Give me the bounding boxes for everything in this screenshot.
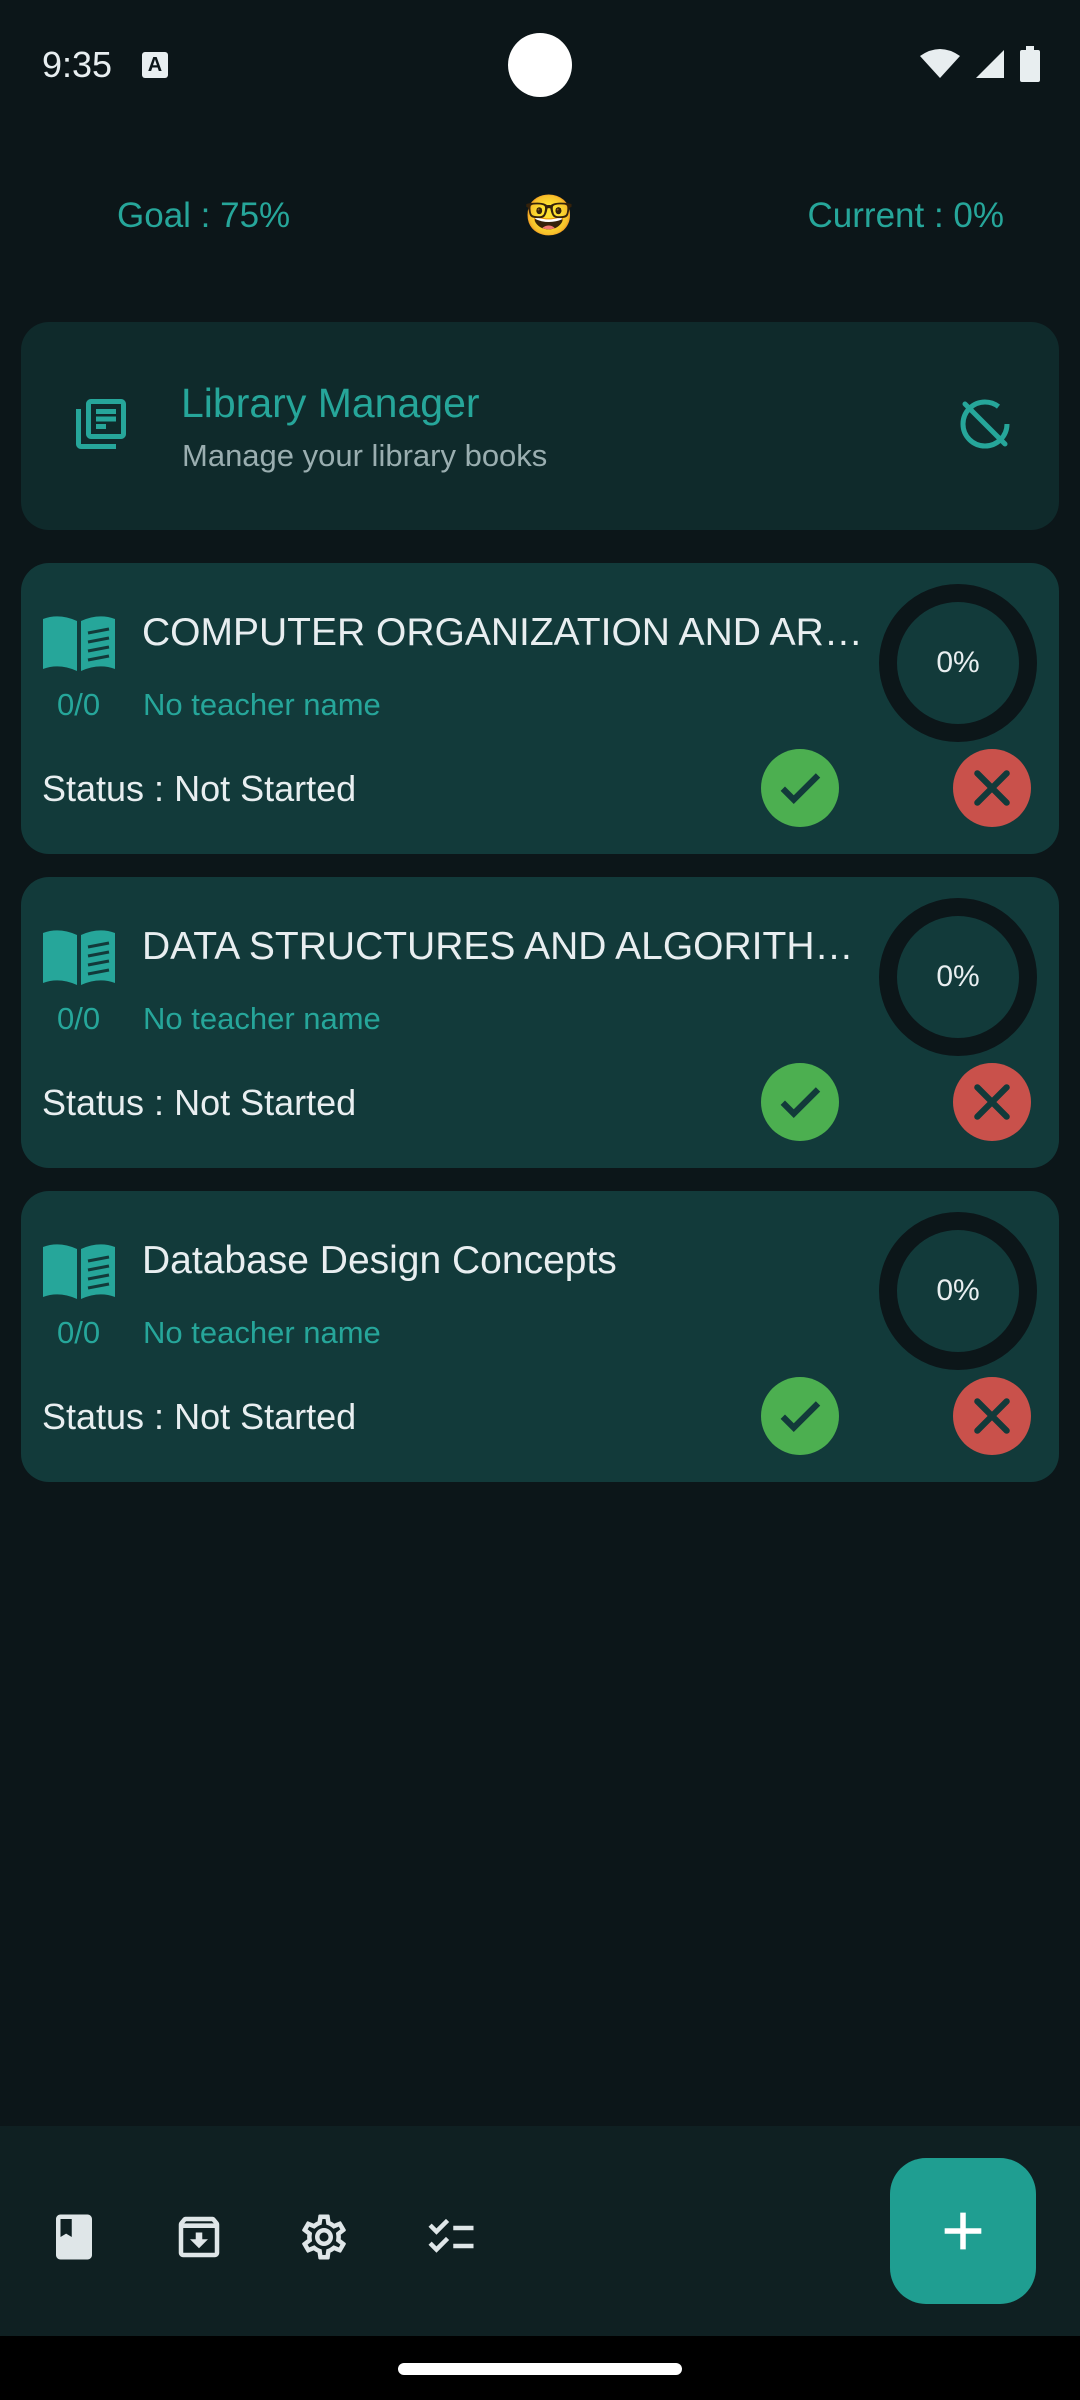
library-manager-card: Library Manager Manage your library book… bbox=[21, 322, 1059, 530]
close-icon bbox=[974, 1398, 1010, 1434]
app-screen: 9:35 A Goal : 75% 🤓 Current : 0% Library… bbox=[0, 0, 1080, 2400]
settings-icon[interactable] bbox=[297, 2210, 351, 2264]
close-icon bbox=[974, 1084, 1010, 1120]
wifi-icon bbox=[920, 49, 960, 78]
checklist-icon[interactable] bbox=[424, 2210, 478, 2264]
nerd-face-emoji: 🤓 bbox=[524, 194, 574, 238]
teacher-name: No teacher name bbox=[143, 687, 381, 722]
archive-icon[interactable] bbox=[172, 2210, 226, 2264]
book-count: 0/0 bbox=[57, 1315, 101, 1350]
teacher-name: No teacher name bbox=[143, 1001, 381, 1036]
status-time: 9:35 bbox=[42, 44, 113, 85]
book-count: 0/0 bbox=[57, 1001, 101, 1036]
open-book-icon bbox=[43, 930, 115, 985]
book-status: Status : Not Started bbox=[42, 1396, 357, 1437]
complete-button[interactable] bbox=[761, 1063, 839, 1141]
complete-button[interactable] bbox=[761, 1377, 839, 1455]
teacher-name: No teacher name bbox=[143, 1315, 381, 1350]
check-icon bbox=[780, 773, 821, 805]
bookmark-icon[interactable] bbox=[47, 2210, 101, 2264]
progress-label: 0% bbox=[936, 646, 980, 679]
remove-button[interactable] bbox=[953, 1063, 1031, 1141]
book-title: Database Design Concepts bbox=[142, 1239, 617, 1282]
book-card[interactable]: 0/0 COMPUTER ORGANIZATION AND ARCHITECTU… bbox=[21, 563, 1059, 854]
signal-icon bbox=[976, 50, 1004, 78]
complete-button[interactable] bbox=[761, 749, 839, 827]
check-icon bbox=[780, 1087, 821, 1119]
text-a-icon: A bbox=[142, 52, 168, 78]
app-title: Library Manager bbox=[181, 380, 480, 426]
progress-label: 0% bbox=[936, 960, 980, 993]
progress-label: 0% bbox=[936, 1274, 980, 1307]
goal-label: Goal : 75% bbox=[117, 196, 291, 235]
camera-cutout bbox=[508, 33, 572, 97]
book-count: 0/0 bbox=[57, 687, 101, 722]
book-status: Status : Not Started bbox=[42, 1082, 357, 1123]
battery-icon bbox=[1020, 46, 1040, 82]
book-title: DATA STRUCTURES AND ALGORITHMS bbox=[142, 925, 857, 968]
book-status: Status : Not Started bbox=[42, 768, 357, 809]
app-subtitle: Manage your library books bbox=[182, 438, 548, 473]
remove-button[interactable] bbox=[953, 1377, 1031, 1455]
library-books-icon bbox=[76, 399, 126, 449]
home-indicator[interactable] bbox=[398, 2363, 682, 2375]
book-card[interactable]: 0/0 Database Design Concepts No teacher … bbox=[21, 1191, 1059, 1482]
add-book-button[interactable] bbox=[890, 2158, 1036, 2304]
sync-disabled-icon[interactable] bbox=[955, 394, 1015, 454]
book-title: COMPUTER ORGANIZATION AND ARCHITECTURE bbox=[142, 611, 882, 654]
check-icon bbox=[780, 1401, 821, 1433]
plus-icon bbox=[944, 2212, 982, 2250]
current-label: Current : 0% bbox=[807, 196, 1004, 235]
open-book-icon bbox=[43, 616, 115, 671]
open-book-icon bbox=[43, 1244, 115, 1299]
remove-button[interactable] bbox=[953, 749, 1031, 827]
book-card[interactable]: 0/0 DATA STRUCTURES AND ALGORITHMS No te… bbox=[21, 877, 1059, 1168]
close-icon bbox=[974, 770, 1010, 806]
status-icons bbox=[920, 46, 1040, 82]
